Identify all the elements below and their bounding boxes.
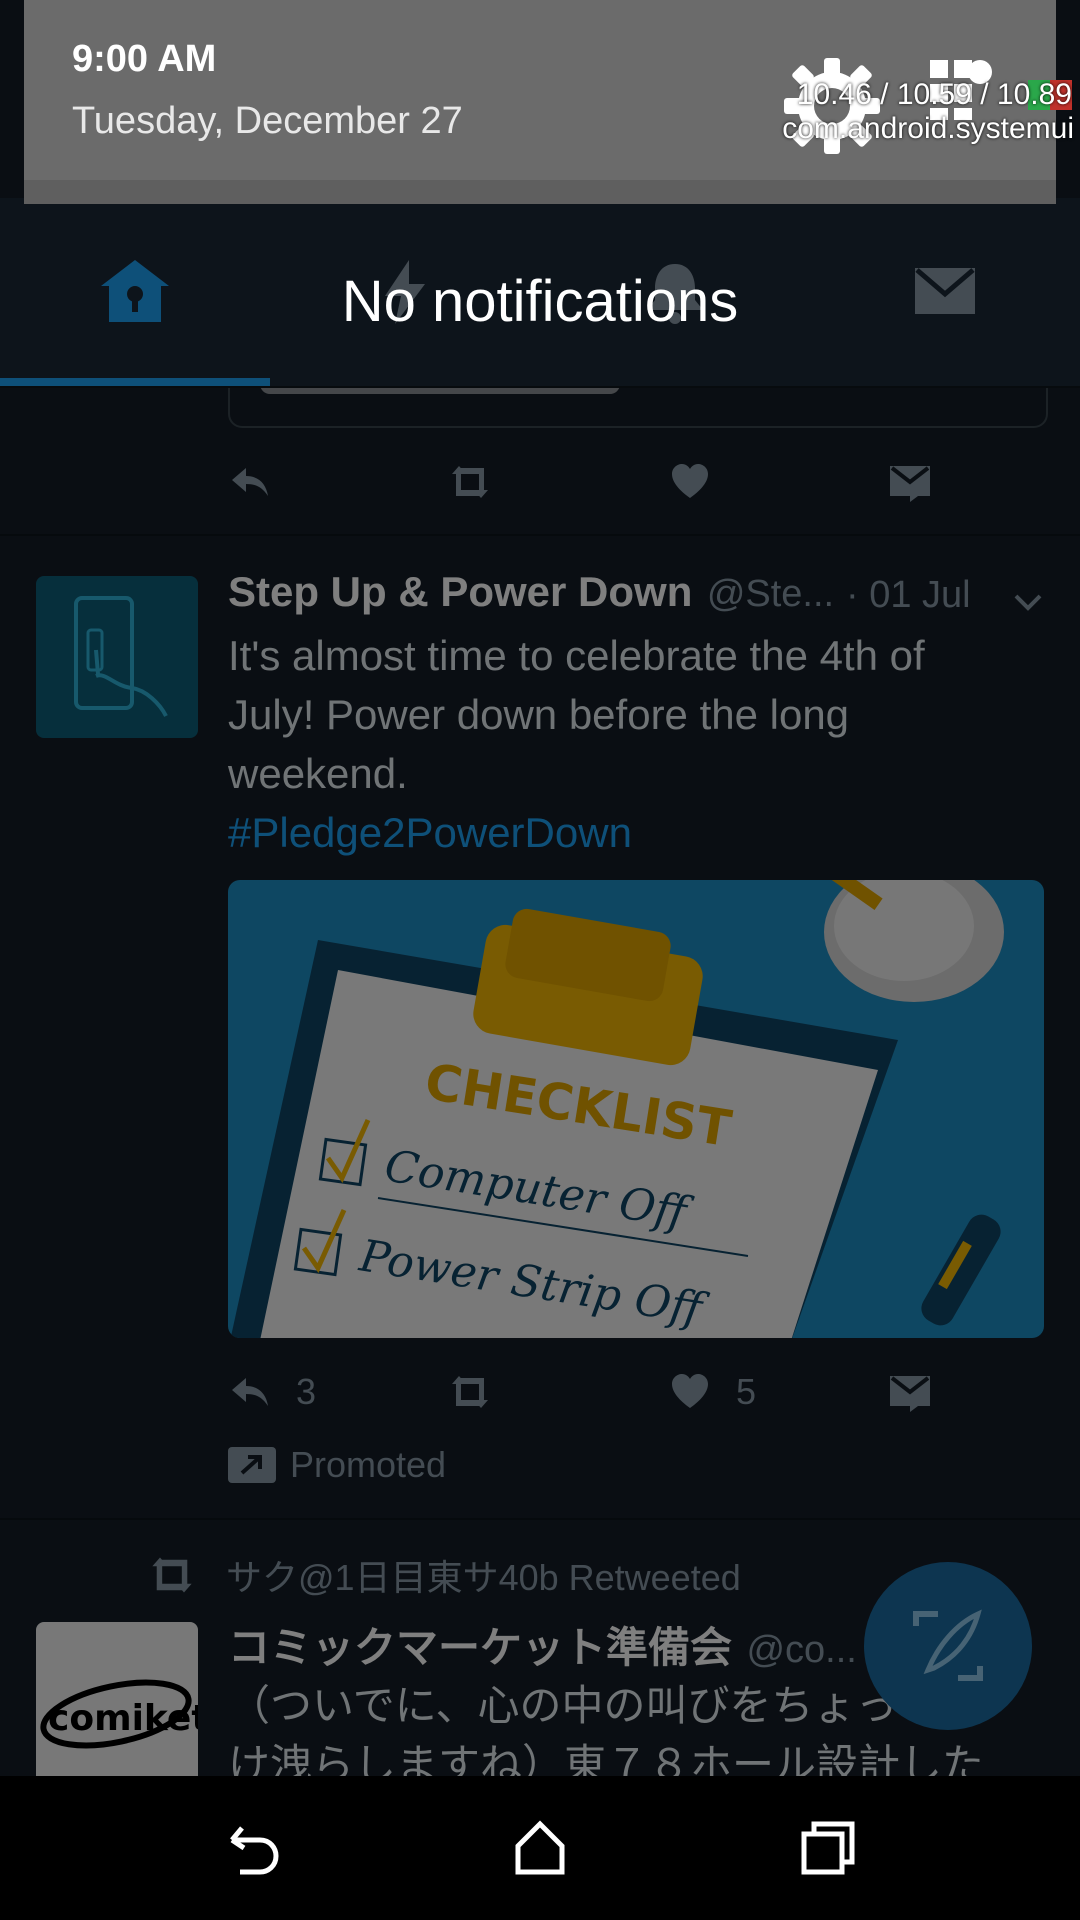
recents-icon xyxy=(801,1821,855,1875)
load-average-readout: 10.46 / 10.59 / 10.89 xyxy=(796,78,1072,111)
navigation-bar xyxy=(0,1776,1080,1920)
empty-notifications-label: No notifications xyxy=(341,269,739,334)
home-button[interactable] xyxy=(460,1776,620,1920)
shade-scrim[interactable] xyxy=(0,0,1080,1776)
recents-button[interactable] xyxy=(748,1776,908,1920)
date[interactable]: Tuesday, December 27 xyxy=(72,100,463,143)
home-nav-icon xyxy=(515,1820,565,1875)
shade-header-footer xyxy=(24,180,1056,204)
foreground-package-label: com.android.systemui xyxy=(782,112,1074,145)
back-button[interactable] xyxy=(172,1776,332,1920)
back-icon xyxy=(230,1826,279,1875)
clock: 9:00 AM xyxy=(72,38,217,80)
